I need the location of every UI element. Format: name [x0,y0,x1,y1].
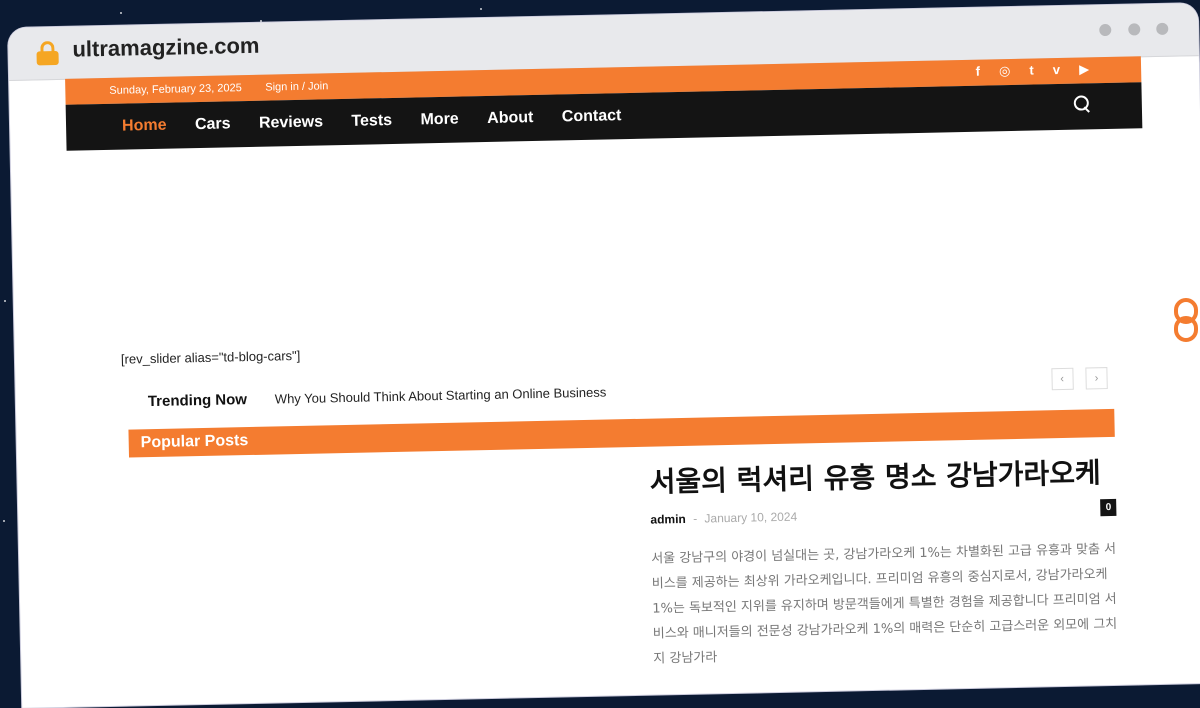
facebook-icon[interactable]: f [975,64,980,79]
nav-item-contact[interactable]: Contact [562,107,622,126]
search-icon[interactable] [1073,95,1090,113]
comment-count-badge[interactable]: 0 [1100,498,1117,517]
chevron-left-icon[interactable]: ‹ [1050,367,1074,391]
window-controls [1087,22,1169,42]
trending-bar: Trending Now Why You Should Think About … [148,367,1108,417]
nav-item-about[interactable]: About [487,109,534,128]
trending-headline-link[interactable]: Why You Should Think About Starting an O… [275,385,607,407]
guestpostlinks-watermark: GUESTPOSTLINKS [1170,50,1200,350]
trending-label: Trending Now [147,391,248,411]
youtube-icon[interactable]: ▶ [1079,61,1089,77]
trending-arrows: ‹ › [1043,367,1108,391]
chevron-right-icon[interactable]: › [1085,367,1108,390]
address-bar-url[interactable]: ultramagzine.com [72,33,260,63]
window-dot-icon[interactable] [1156,22,1169,35]
post-excerpt: 서울 강남구의 야경이 넘실대는 곳, 강남가라오케 1%는 차별화된 고급 유… [651,541,1118,667]
lock-icon [36,41,59,66]
meta-separator: - [692,511,698,526]
post-meta: admin - January 10, 2024 0 [650,498,1117,531]
instagram-icon[interactable]: ◎ [999,63,1011,79]
twitter-icon[interactable]: t [1029,63,1034,78]
window-dot-icon[interactable] [1099,23,1112,37]
post-date: January 10, 2024 [704,509,798,526]
sign-in-link[interactable]: Sign in / Join [265,80,328,93]
browser-window: ultramagzine.com Sunday, February 23, 20… [8,3,1200,708]
chain-link-icon [1174,298,1198,342]
nav-item-tests[interactable]: Tests [351,112,392,131]
watermark-text: GUESTPOSTLINKS [1169,62,1198,307]
nav-item-reviews[interactable]: Reviews [259,113,323,132]
nav-item-more[interactable]: More [420,111,459,130]
window-dot-icon[interactable] [1127,23,1140,36]
nav-item-home[interactable]: Home [122,117,167,136]
top-bar-date: Sunday, February 23, 2025 [109,82,242,97]
social-links: f ◎ t v ▶ [959,61,1089,80]
featured-post: 서울의 럭셔리 유흥 명소 강남가라오케 admin - January 10,… [649,453,1119,672]
popular-posts-title: Popular Posts [140,432,249,452]
slider-shortcode-text: [rev_slider alias="td-blog-cars"] [120,347,301,367]
vimeo-icon[interactable]: v [1053,62,1061,77]
post-title-link[interactable]: 서울의 럭셔리 유흥 명소 강남가라오케 [649,453,1116,503]
popular-posts-header: Popular Posts [128,408,1115,458]
post-author-link[interactable]: admin [650,512,686,527]
nav-item-cars[interactable]: Cars [195,115,231,134]
